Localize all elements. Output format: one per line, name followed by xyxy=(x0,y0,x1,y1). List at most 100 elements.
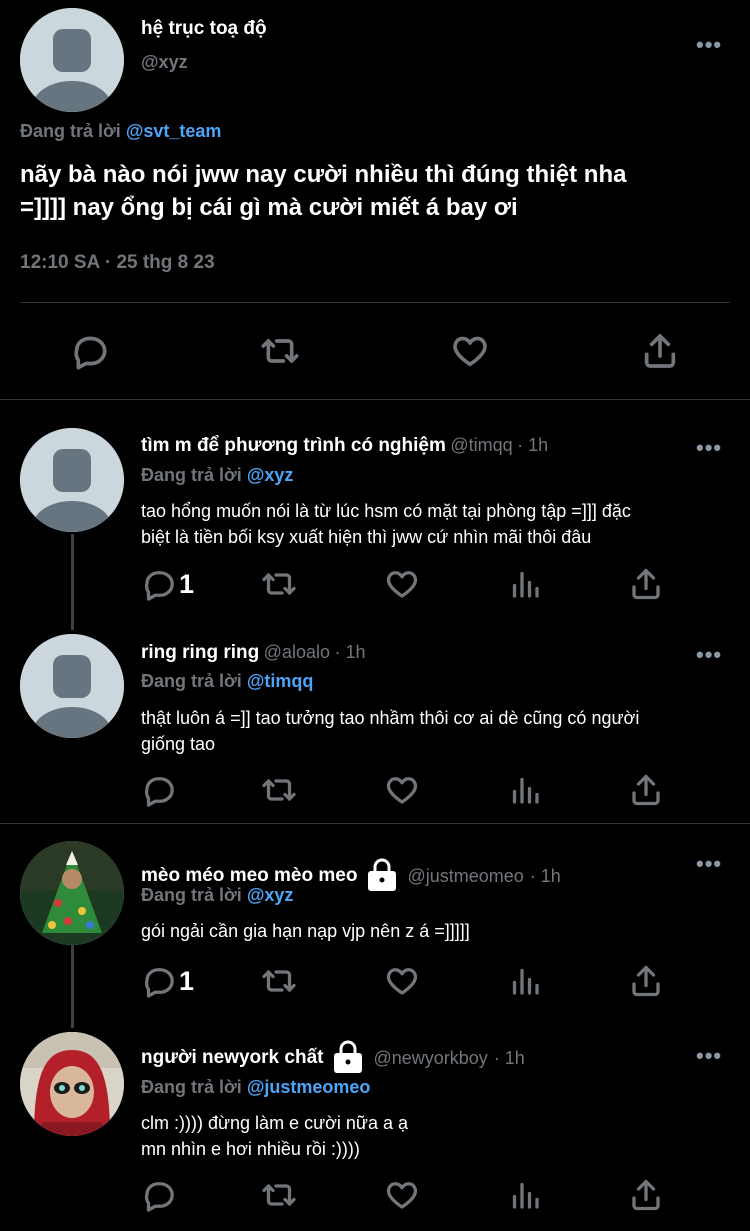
like-button[interactable] xyxy=(384,772,420,808)
tweet-text-line: =]]]] nay ổng bị cái gì mà cười miết á b… xyxy=(20,194,518,221)
mention-link[interactable]: @svt_team xyxy=(126,121,222,141)
like-button[interactable] xyxy=(384,566,420,602)
author-handle[interactable]: @justmeomeo xyxy=(407,866,523,887)
views-button[interactable] xyxy=(507,566,543,602)
like-button[interactable] xyxy=(450,331,490,371)
mention-link[interactable]: @xyz xyxy=(247,465,294,485)
share-button[interactable] xyxy=(640,331,680,371)
lock-icon xyxy=(334,1040,363,1073)
share-icon xyxy=(632,774,660,806)
reply-button[interactable] xyxy=(70,331,110,371)
author-handle[interactable]: @aloalo xyxy=(264,642,330,662)
reply-count: 1 xyxy=(179,965,195,996)
mention-link[interactable]: @justmeomeo xyxy=(247,1077,371,1097)
reply-count: 1 xyxy=(179,568,195,599)
retweet-icon xyxy=(262,573,296,595)
reply-button[interactable]: 1 xyxy=(141,566,194,602)
replying-prefix: Đang trả lời xyxy=(141,671,242,691)
reply-text: tao hổng muốn nói là từ lúc hsm có mặt t… xyxy=(141,498,631,550)
reply-button[interactable] xyxy=(141,772,177,808)
retweet-icon xyxy=(261,339,299,363)
avatar[interactable] xyxy=(20,841,124,945)
more-icon[interactable]: ••• xyxy=(696,1045,722,1067)
author-handle[interactable]: @xyz xyxy=(141,52,188,73)
avatar[interactable] xyxy=(20,634,124,738)
mention-link[interactable]: @xyz xyxy=(247,885,294,905)
reply-button[interactable]: 1 xyxy=(141,963,194,999)
retweet-button[interactable] xyxy=(259,772,299,808)
reply-text: clm :)))) đừng làm e cười nữa a ạ mn nhì… xyxy=(141,1110,408,1162)
more-icon[interactable]: ••• xyxy=(696,34,722,56)
author-name[interactable]: tìm m để phương trình có nghiệm xyxy=(141,435,446,456)
views-button[interactable] xyxy=(507,963,543,999)
retweet-button[interactable] xyxy=(259,1177,299,1213)
thread-line xyxy=(71,534,74,630)
more-icon[interactable]: ••• xyxy=(696,853,722,875)
reply-text-line: tao hổng muốn nói là từ lúc hsm có mặt t… xyxy=(141,501,631,521)
share-icon xyxy=(632,568,660,600)
reply-icon xyxy=(144,1182,174,1212)
reply-icon xyxy=(144,571,174,601)
reply-text-line: thật luôn á =]] tao tưởng tao nhầm thôi … xyxy=(141,708,640,728)
author-handle[interactable]: @timqq xyxy=(450,435,512,455)
share-icon xyxy=(632,965,660,997)
reply-text-line: gói ngải cần gia hạn nạp vjp nên z á =]]… xyxy=(141,921,470,941)
avatar-main[interactable] xyxy=(20,8,124,112)
mention-link[interactable]: @timqq xyxy=(247,671,314,691)
share-icon xyxy=(632,1179,660,1211)
retweet-icon xyxy=(262,970,296,992)
avatar[interactable] xyxy=(20,428,124,532)
author-handle[interactable]: @newyorkboy xyxy=(373,1048,487,1069)
views-icon xyxy=(512,777,539,804)
author-name[interactable]: hệ trục toạ độ xyxy=(141,18,267,40)
reply-button[interactable] xyxy=(141,1177,177,1213)
author-name[interactable]: người newyork chất xyxy=(141,1047,323,1069)
share-button[interactable] xyxy=(628,1177,664,1213)
reply-text-line: biệt là tiền bối ksy xuất hiện thì jww c… xyxy=(141,527,592,547)
thread-line xyxy=(71,944,74,1028)
share-button[interactable] xyxy=(628,566,664,602)
author-name[interactable]: mèo méo meo mèo meo xyxy=(141,865,357,887)
divider xyxy=(20,302,730,303)
post-time[interactable]: · 1h xyxy=(494,1048,525,1069)
reply-header: người newyork chất @newyorkboy · 1h xyxy=(141,1038,525,1078)
replying-prefix: Đang trả lời xyxy=(141,885,242,905)
post-time[interactable]: · 1h xyxy=(530,866,561,887)
replying-to: Đang trả lời @xyz xyxy=(141,885,293,906)
share-button[interactable] xyxy=(628,963,664,999)
more-icon[interactable]: ••• xyxy=(696,437,722,459)
section-divider xyxy=(0,399,750,400)
like-icon xyxy=(386,968,418,995)
post-time[interactable]: · 1h xyxy=(334,642,365,662)
author-name[interactable]: ring ring ring xyxy=(141,642,259,663)
replying-prefix: Đang trả lời xyxy=(141,1077,242,1097)
retweet-button[interactable] xyxy=(259,566,299,602)
like-icon xyxy=(386,777,418,804)
views-button[interactable] xyxy=(507,1177,543,1213)
timestamp[interactable]: 12:10 SA · 25 thg 8 23 xyxy=(20,252,215,274)
retweet-button[interactable] xyxy=(258,331,302,371)
share-icon xyxy=(644,334,676,368)
retweet-button[interactable] xyxy=(259,963,299,999)
share-button[interactable] xyxy=(628,772,664,808)
reply-text-line: clm :)))) đừng làm e cười nữa a ạ xyxy=(141,1113,409,1133)
like-icon xyxy=(386,571,418,598)
like-button[interactable] xyxy=(384,1177,420,1213)
views-button[interactable] xyxy=(507,772,543,808)
post-time[interactable]: · 1h xyxy=(517,435,548,455)
avatar[interactable] xyxy=(20,1032,124,1136)
like-button[interactable] xyxy=(384,963,420,999)
reply-header: tìm m để phương trình có nghiệm @timqq ·… xyxy=(141,435,548,457)
more-icon[interactable]: ••• xyxy=(696,644,722,666)
reply-header: ring ring ring @aloalo · 1h xyxy=(141,642,365,664)
lock-icon xyxy=(368,858,397,891)
replying-prefix: Đang trả lời xyxy=(20,121,121,141)
reply-text: gói ngải cần gia hạn nạp vjp nên z á =]]… xyxy=(141,918,470,944)
reply-icon xyxy=(74,336,107,370)
reply-text-line: giống tao xyxy=(141,734,216,754)
replying-prefix: Đang trả lời xyxy=(141,465,242,485)
replying-to: Đang trả lời @timqq xyxy=(141,671,313,692)
retweet-icon xyxy=(262,779,296,801)
replying-to: Đang trả lời @xyz xyxy=(141,465,293,486)
tweet-text: nãy bà nào nói jww nay cười nhiều thì đú… xyxy=(20,158,626,224)
